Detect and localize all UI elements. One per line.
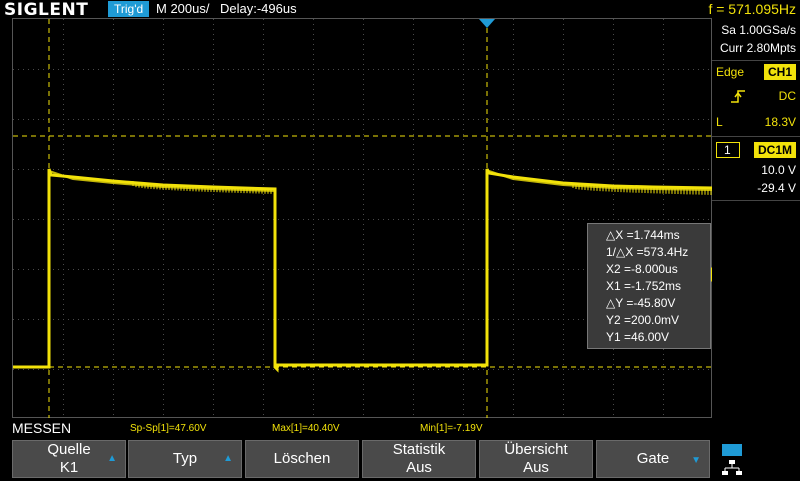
up-arrow-icon: ▲: [223, 453, 233, 464]
waveform-svg: [13, 19, 713, 419]
channel1-offset: -29.4 V: [757, 181, 796, 195]
measure-title: MESSEN: [12, 420, 72, 436]
x1-readout: X1 =-1.752ms: [606, 279, 682, 293]
channel1-volts-per-div: 10.0 V: [761, 163, 796, 177]
channel1-coupling-badge[interactable]: DC1M: [753, 142, 796, 158]
inverse-delta-x-readout: 1/△X =573.4Hz: [606, 245, 689, 259]
trace-comb-noise: [132, 181, 712, 195]
delta-x-readout: △X =1.744ms: [606, 228, 680, 242]
sample-rate: Sa 1.00GSa/s: [721, 23, 796, 37]
softkey-statistics[interactable]: Statistik Aus: [362, 440, 476, 478]
softkey-gate[interactable]: Gate ▼: [596, 440, 710, 478]
cursor-readout-panel: △X =1.744ms 1/△X =573.4Hz X2 =-8.000us X…: [587, 223, 711, 349]
frequency-readout: f = 571.095Hz: [708, 1, 796, 17]
softkey-type[interactable]: Typ ▲: [128, 440, 242, 478]
trigger-position-marker[interactable]: [479, 19, 495, 28]
trigger-coupling: DC: [778, 89, 796, 103]
softkey-overview[interactable]: Übersicht Aus: [479, 440, 593, 478]
delta-y-readout: △Y =-45.80V: [606, 296, 676, 310]
y1-readout: Y1 =46.00V: [606, 330, 670, 344]
measure-max: Max[1]=40.40V: [272, 423, 340, 434]
ground-marker-label: 1: [2, 360, 8, 371]
top-status-bar: SIGLENT Trig'd M 200us/ Delay:-496us f =…: [0, 0, 800, 20]
softkey-clear[interactable]: Löschen: [245, 440, 359, 478]
up-arrow-icon: ▲: [107, 453, 117, 464]
rising-edge-icon: [730, 88, 746, 104]
waveform-display[interactable]: 1 △X =1.744ms 1/△X =573.4Hz X2 =-8.000us…: [2, 18, 713, 419]
channel1-number: 1: [724, 143, 731, 157]
timebase-readout: M 200us/: [156, 1, 210, 16]
measure-peak-to-peak: Sp-Sp[1]=47.60V: [130, 423, 207, 434]
softkey-source[interactable]: Quelle K1 ▲: [12, 440, 126, 478]
battery-icon: [722, 444, 742, 456]
trigger-source-badge[interactable]: CH1: [763, 64, 796, 80]
delay-readout: Delay:-496us: [220, 1, 297, 16]
trigger-level-label: L: [716, 115, 723, 129]
side-info-panel: Sa 1.00GSa/s Curr 2.80Mpts Edge CH1 DC L…: [712, 18, 800, 418]
network-icon: [722, 460, 742, 476]
x2-readout: X2 =-8.000us: [606, 262, 678, 276]
status-icons: [718, 440, 798, 480]
graticule: [13, 19, 709, 415]
down-arrow-icon: ▼: [691, 455, 701, 466]
trigger-type: Edge: [716, 65, 745, 79]
measure-min: Min[1]=-7.19V: [420, 423, 483, 434]
trigger-state-badge: Trig'd: [108, 1, 150, 17]
brand-logo: SIGLENT: [4, 0, 89, 20]
trigger-level-value: 18.3V: [764, 115, 796, 129]
measurement-bar: MESSEN Sp-Sp[1]=47.60V Max[1]=40.40V Min…: [0, 418, 800, 438]
softkey-bar: Quelle K1 ▲ Typ ▲ Löschen Statistik Aus …: [0, 438, 800, 480]
memory-depth: Curr 2.80Mpts: [719, 41, 796, 55]
y2-readout: Y2 =200.0mV: [606, 313, 680, 327]
